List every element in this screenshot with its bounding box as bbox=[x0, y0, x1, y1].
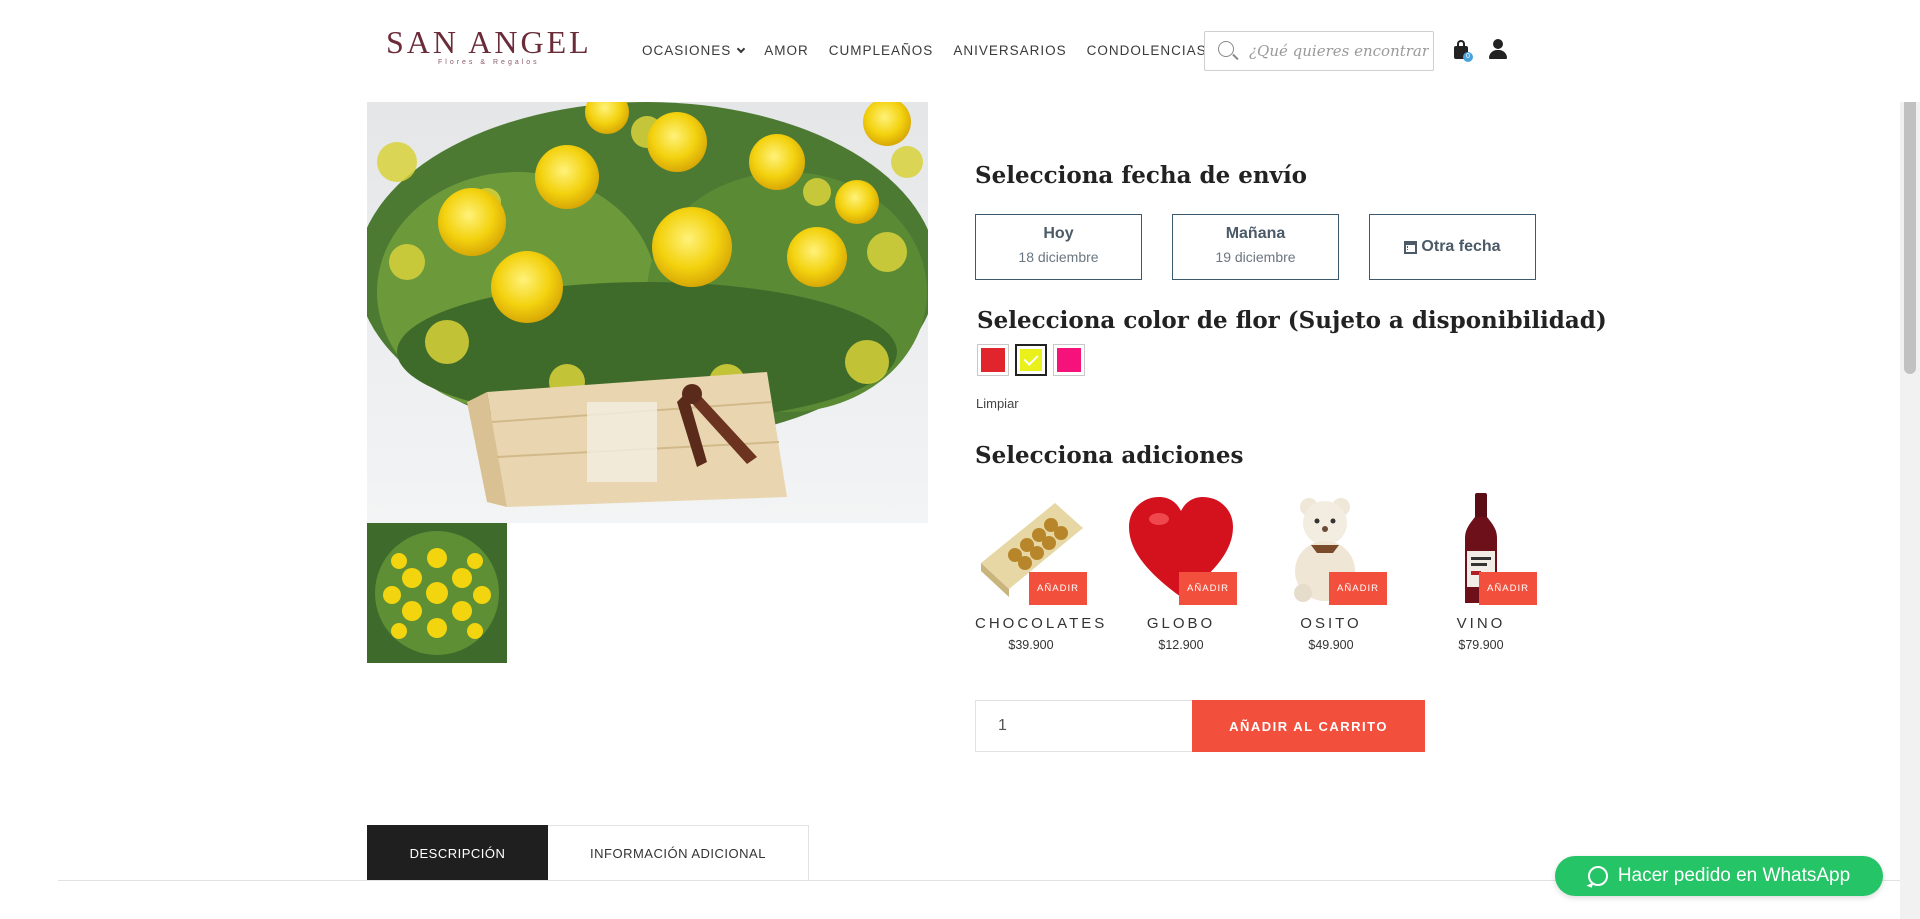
quantity-input[interactable]: 1 bbox=[975, 700, 1193, 752]
main-nav: OCASIONES AMOR CUMPLEAÑOS ANIVERSARIOS C… bbox=[642, 43, 1207, 58]
nav-item-aniversarios[interactable]: ANIVERSARIOS bbox=[953, 43, 1066, 58]
nav-item-cumpleanos[interactable]: CUMPLEAÑOS bbox=[829, 43, 934, 58]
tab-descripcion[interactable]: DESCRIPCIÓN bbox=[367, 825, 548, 881]
page-scrollbar[interactable] bbox=[1900, 0, 1920, 919]
color-swatch-red[interactable] bbox=[977, 344, 1009, 376]
product-tabs: DESCRIPCIÓN INFORMACIÓN ADICIONAL bbox=[367, 825, 809, 881]
addon-image: AÑADIR bbox=[975, 493, 1087, 605]
search-input[interactable] bbox=[1249, 42, 1429, 60]
flower-color-title: Selecciona color de flor (Sujeto a dispo… bbox=[977, 307, 1607, 334]
color-swatch-pink[interactable] bbox=[1053, 344, 1085, 376]
nav-item-ocasiones[interactable]: OCASIONES bbox=[642, 43, 746, 58]
addon-image: AÑADIR bbox=[1425, 493, 1537, 605]
whatsapp-label: Hacer pedido en WhatsApp bbox=[1617, 865, 1851, 886]
addon-name: CHOCOLATES bbox=[975, 615, 1108, 632]
brand-logo[interactable]: SAN ANGEL Flores & Regalos bbox=[386, 24, 592, 66]
add-addon-button[interactable]: AÑADIR bbox=[1179, 572, 1237, 605]
nav-item-condolencias[interactable]: CONDOLENCIAS bbox=[1087, 43, 1207, 58]
site-header: SAN ANGEL Flores & Regalos OCASIONES AMO… bbox=[0, 0, 1920, 102]
tab-informacion-adicional[interactable]: INFORMACIÓN ADICIONAL bbox=[548, 825, 809, 881]
search-box bbox=[1204, 31, 1434, 71]
addon-globo: AÑADIR GLOBO $12.900 bbox=[1125, 493, 1237, 652]
chevron-down-icon bbox=[737, 44, 746, 53]
calendar-icon bbox=[1404, 240, 1418, 254]
delivery-option-other-date[interactable]: Otra fecha bbox=[1369, 214, 1536, 280]
addon-price: $79.900 bbox=[1458, 638, 1504, 652]
addon-name: OSITO bbox=[1300, 615, 1362, 632]
addons-title: Selecciona adiciones bbox=[975, 442, 1244, 469]
addon-image: AÑADIR bbox=[1125, 493, 1237, 605]
clear-selection-link[interactable]: Limpiar bbox=[976, 396, 1019, 411]
addon-image: AÑADIR bbox=[1275, 493, 1387, 605]
add-addon-button[interactable]: AÑADIR bbox=[1029, 572, 1087, 605]
nav-item-amor[interactable]: AMOR bbox=[764, 43, 809, 58]
addon-chocolates: AÑADIR CHOCOLATES $39.900 bbox=[975, 493, 1108, 652]
addon-price: $39.900 bbox=[1008, 638, 1054, 652]
delivery-option-date: 18 diciembre bbox=[1018, 249, 1099, 265]
add-addon-button[interactable]: AÑADIR bbox=[1329, 572, 1387, 605]
thumbnail-image bbox=[367, 523, 507, 663]
addon-price: $12.900 bbox=[1158, 638, 1204, 652]
delivery-option-label: Mañana bbox=[1225, 225, 1286, 242]
brand-name: SAN ANGEL bbox=[386, 24, 592, 60]
delivery-option-label: Otra fecha bbox=[1421, 238, 1501, 255]
whatsapp-icon bbox=[1587, 866, 1608, 886]
delivery-option-tomorrow[interactable]: Mañana 19 diciembre bbox=[1172, 214, 1339, 280]
delivery-option-label: Hoy bbox=[1043, 225, 1074, 242]
addon-name: VINO bbox=[1456, 615, 1506, 632]
search-icon[interactable] bbox=[1217, 40, 1239, 62]
add-to-cart-button[interactable]: AÑADIR AL CARRITO bbox=[1192, 700, 1425, 752]
add-addon-button[interactable]: AÑADIR bbox=[1479, 572, 1537, 605]
user-account-icon[interactable] bbox=[1489, 39, 1507, 59]
addon-osito: AÑADIR OSITO $49.900 bbox=[1275, 493, 1387, 652]
product-thumbnail[interactable] bbox=[367, 523, 507, 663]
nav-item-label: OCASIONES bbox=[642, 43, 732, 58]
whatsapp-order-button[interactable]: Hacer pedido en WhatsApp bbox=[1555, 856, 1883, 896]
delivery-date-title: Selecciona fecha de envío bbox=[975, 162, 1308, 189]
addon-vino: AÑADIR VINO $79.900 bbox=[1425, 493, 1537, 652]
product-main-image[interactable] bbox=[367, 102, 928, 523]
addon-name: GLOBO bbox=[1146, 615, 1216, 632]
cart-icon[interactable]: 0 bbox=[1452, 40, 1473, 62]
addon-price: $49.900 bbox=[1308, 638, 1354, 652]
color-swatch-yellow[interactable] bbox=[1015, 344, 1047, 376]
flower-arrangement-image bbox=[367, 102, 928, 523]
delivery-option-date: 19 diciembre bbox=[1215, 249, 1296, 265]
cart-count-badge: 0 bbox=[1463, 52, 1473, 62]
delivery-option-today[interactable]: Hoy 18 diciembre bbox=[975, 214, 1142, 280]
